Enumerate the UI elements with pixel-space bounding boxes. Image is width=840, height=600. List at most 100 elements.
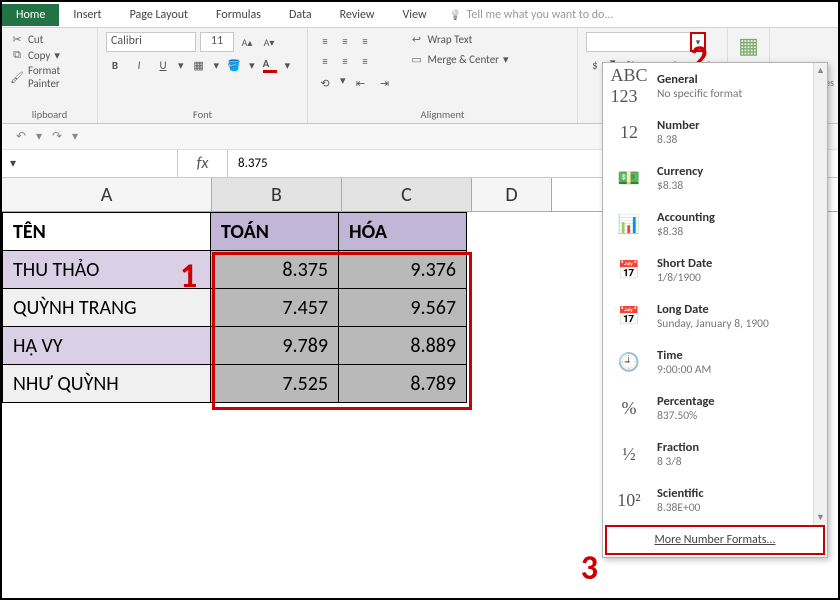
format-type-icon: 🕘 [611,345,647,379]
cut-label: Cut [28,33,43,46]
tab-insert[interactable]: Insert [59,4,115,26]
header-col1[interactable]: TOÁN [211,213,339,251]
format-sample: $8.38 [657,179,683,193]
format-label: Currency [657,164,703,179]
cell-value[interactable]: 9.567 [339,289,467,327]
redo-button[interactable]: ↷ [48,128,66,146]
col-header-C[interactable]: C [342,178,472,211]
format-label: Time [657,348,711,363]
format-type-icon: 📅 [611,299,647,333]
format-sample: 837.50% [657,409,697,423]
font-size-select[interactable]: 11 [200,32,234,52]
fill-color-button[interactable]: 🪣 [225,56,243,74]
bold-button[interactable]: B [106,56,124,74]
font-group-title: Font [106,106,299,121]
orientation-button[interactable]: ⟲ [316,74,334,92]
cell-value[interactable]: 8.889 [339,327,467,365]
col-header-D[interactable]: D [472,178,552,211]
decrease-font-button[interactable]: A▾ [260,33,278,51]
format-label: General [657,72,742,87]
col-header-B[interactable]: B [212,178,342,211]
borders-button[interactable]: ▦ [190,56,208,74]
table-row[interactable]: QUỲNH TRANG 7.457 9.567 [3,289,467,327]
cell-value[interactable]: 8.789 [339,365,467,403]
col-header-A[interactable]: A [2,178,212,211]
cell-value[interactable]: 9.789 [211,327,339,365]
table-row[interactable]: THU THẢO 8.375 9.376 [3,251,467,289]
number-format-select[interactable]: ▾ [586,32,706,52]
table-row[interactable]: NHƯ QUỲNH 7.525 8.789 [3,365,467,403]
number-format-option[interactable]: 📅Long DateSunday, January 8, 1900 [603,293,827,339]
italic-button[interactable]: I [130,56,148,74]
number-format-option[interactable]: 🕘 Time9:00:00 AM [603,339,827,385]
align-middle-button[interactable]: ≡ [336,32,354,50]
data-table[interactable]: TÊN TOÁN HÓA THU THẢO 8.375 9.376 QUỲNH … [2,212,467,403]
format-label: Scientific [657,486,704,501]
number-format-option[interactable]: 📊Accounting$8.38 [603,201,827,247]
format-type-icon: % [611,391,647,425]
header-name[interactable]: TÊN [3,213,211,251]
table-row[interactable]: HẠ VY 9.789 8.889 [3,327,467,365]
number-format-option[interactable]: 📅Short Date1/8/1900 [603,247,827,293]
cell-value[interactable]: 9.376 [339,251,467,289]
increase-font-button[interactable]: A▴ [238,33,256,51]
undo-button[interactable]: ↶ [12,128,30,146]
tab-home[interactable]: Home [2,4,59,26]
underline-button[interactable]: U [154,56,172,74]
number-format-option[interactable]: 12 Number8.38 [603,109,827,155]
cell-value[interactable]: 7.457 [211,289,339,327]
cell-value[interactable]: 7.525 [211,365,339,403]
align-bottom-button[interactable]: ≡ [356,32,374,50]
format-sample: No specific format [657,87,742,101]
cut-button[interactable]: ✂Cut [10,32,89,46]
wrap-text-button[interactable]: ↩Wrap Text [410,32,509,46]
cell-name[interactable]: HẠ VY [3,327,211,365]
tell-me-search[interactable]: Tell me what you want to do... [449,8,614,22]
increase-indent-button[interactable]: ⇥ [376,74,394,92]
number-format-option[interactable]: ABC 123GeneralNo specific format [603,63,827,109]
format-sample: 8.38 [657,133,677,147]
header-col2[interactable]: HÓA [339,213,467,251]
number-format-option[interactable]: 💵 Currency$8.38 [603,155,827,201]
copy-button[interactable]: ⧉Copy ▾ [10,48,89,62]
font-name-select[interactable]: Calibri [106,32,196,52]
paintbrush-icon: 🖌 [10,70,24,84]
group-alignment: ≡ ≡ ≡ ≡ ≡ ≡ ⟲▾ ⇤ ⇥ ↩Wrap Text ▭Merge & C… [308,28,578,123]
merge-center-button[interactable]: ▭Merge & Center ▾ [410,52,509,66]
name-box[interactable]: ▾ [2,150,178,177]
format-label: Fraction [657,440,699,455]
fx-button[interactable]: fx [178,150,228,177]
alignment-group-title: Alignment [316,106,569,121]
font-color-button[interactable]: A [261,56,279,74]
tab-data[interactable]: Data [275,4,326,26]
format-type-icon: 📅 [611,253,647,287]
format-sample: $8.38 [657,225,683,239]
more-number-formats-button[interactable]: More Number Formats... [605,525,825,555]
align-left-button[interactable]: ≡ [316,52,334,70]
format-painter-label: Format Painter [28,64,89,90]
align-top-button[interactable]: ≡ [316,32,334,50]
align-center-button[interactable]: ≡ [336,52,354,70]
format-label: Number [657,118,700,133]
cell-value[interactable]: 8.375 [211,251,339,289]
align-right-button[interactable]: ≡ [356,52,374,70]
format-sample: 8.38E+00 [657,501,700,515]
number-format-option[interactable]: 10²Scientific8.38E+00 [603,477,827,523]
tab-formulas[interactable]: Formulas [202,4,275,26]
dropdown-scrollbar[interactable] [813,63,827,525]
number-format-option[interactable]: ½Fraction8 3/8 [603,431,827,477]
lightbulb-icon [449,8,463,22]
format-type-icon: 12 [611,115,647,149]
annotation-1: 1 [180,256,197,297]
tab-page-layout[interactable]: Page Layout [116,4,202,26]
format-painter-button[interactable]: 🖌 Format Painter [10,64,89,90]
cell-name[interactable]: NHƯ QUỲNH [3,365,211,403]
tab-review[interactable]: Review [326,4,389,26]
number-format-option[interactable]: %Percentage837.50% [603,385,827,431]
header-row[interactable]: TÊN TOÁN HÓA [3,213,467,251]
tab-view[interactable]: View [389,4,441,26]
format-type-icon: 💵 [611,161,647,195]
decrease-indent-button[interactable]: ⇤ [352,74,370,92]
format-sample: 9:00:00 AM [657,363,711,377]
format-as-table-icon[interactable]: ▦ [738,32,759,59]
